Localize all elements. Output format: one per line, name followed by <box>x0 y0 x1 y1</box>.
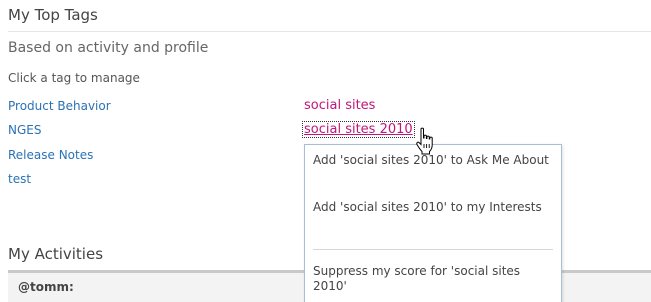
menu-item-add-interests[interactable]: Add 'social sites 2010' to my Interests <box>313 200 551 215</box>
activities-title: My Activities <box>8 245 104 263</box>
top-tags-title: My Top Tags <box>8 6 98 24</box>
tag-link-social-sites[interactable]: social sites <box>304 98 375 113</box>
activity-user-name[interactable]: @tomm: <box>18 280 74 294</box>
tag-link-product-behavior[interactable]: Product Behavior <box>8 99 111 113</box>
menu-separator <box>313 249 553 250</box>
menu-item-add-ask-me-about[interactable]: Add 'social sites 2010' to Ask Me About <box>313 153 551 168</box>
tag-link-nges[interactable]: NGES <box>8 123 41 137</box>
top-tags-subtitle: Based on activity and profile <box>8 40 209 56</box>
my-top-tags-page: My Top Tags Based on activity and profil… <box>0 0 651 302</box>
tag-link-social-sites-2010[interactable]: social sites 2010 <box>302 121 415 138</box>
tag-context-menu: Add 'social sites 2010' to Ask Me About … <box>304 144 562 302</box>
hand-pointer-icon <box>416 127 433 155</box>
tag-link-test[interactable]: test <box>8 172 31 186</box>
top-tags-title-rule <box>8 31 651 32</box>
top-tags-hint: Click a tag to manage <box>8 71 140 85</box>
menu-item-suppress-score[interactable]: Suppress my score for 'social sites 2010… <box>313 264 551 294</box>
tag-link-release-notes[interactable]: Release Notes <box>8 148 93 162</box>
